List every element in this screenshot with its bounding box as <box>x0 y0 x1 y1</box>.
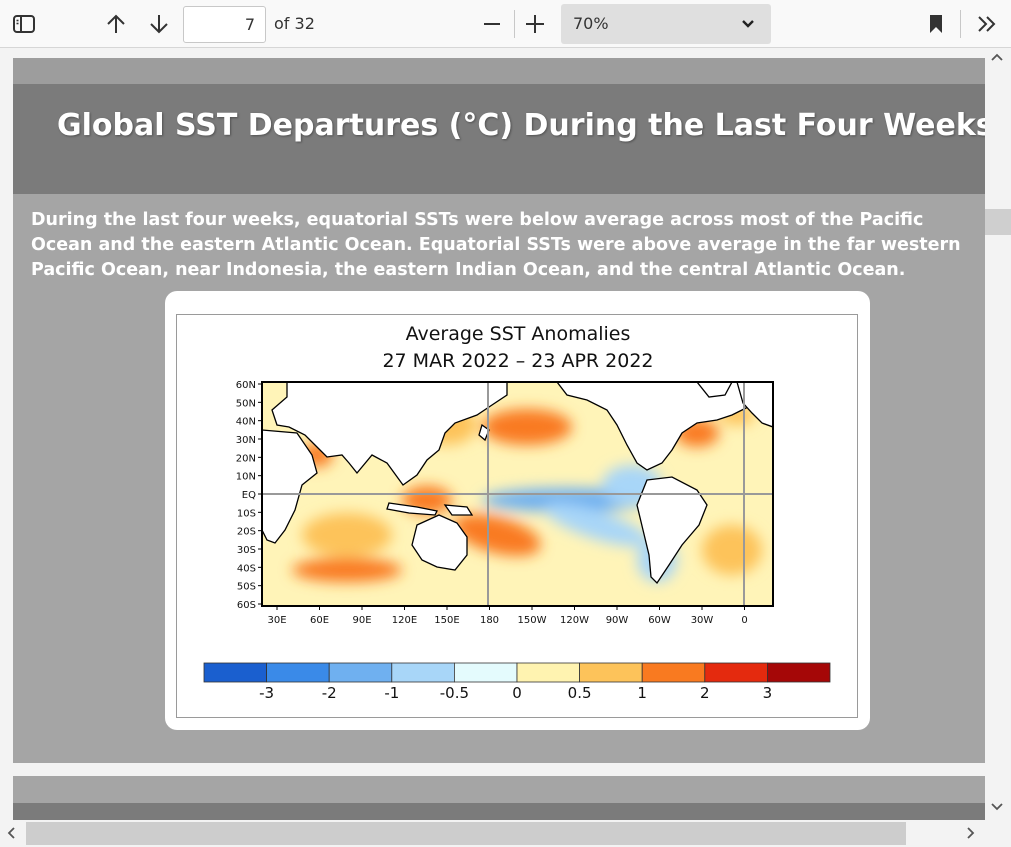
horizontal-scrollbar[interactable] <box>0 820 1011 847</box>
sst-anomaly-figure: Average SST Anomalies 27 MAR 2022 – 23 A… <box>176 314 858 718</box>
zoom-value: 70% <box>573 14 609 33</box>
colorbar-tick-label: -0.5 <box>440 684 469 702</box>
longitude-tick-label: 30E <box>267 615 286 626</box>
page-total-label: of 32 <box>274 14 315 33</box>
toolbar-separator <box>514 10 515 38</box>
colorbar-tick-label: 0 <box>512 684 522 702</box>
sst-anomaly-map: 60N 50N 40N 30N 20N 10N EQ 10S 20S 30S 40S 50S 60S 3… <box>203 380 831 702</box>
latitude-axis: 60N 50N 40N 30N 20N 10N EQ 10S 20S 30S 40S 50S 60S <box>236 380 262 611</box>
latitude-tick-label: 30S <box>237 545 256 556</box>
latitude-tick-label: 30N <box>236 435 256 446</box>
longitude-tick-label: 60E <box>310 615 329 626</box>
longitude-tick-label: 120W <box>560 615 589 626</box>
latitude-tick-label: 10S <box>237 508 256 519</box>
latitude-tick-label: 60N <box>236 380 256 391</box>
scroll-down-icon[interactable] <box>990 799 1004 817</box>
plus-icon <box>526 15 544 33</box>
colorbar: -3 -2 -1 -0.5 0 0.5 1 2 3 <box>203 662 831 702</box>
double-chevron-right-icon <box>978 16 996 32</box>
colorbar-swatch <box>579 662 643 683</box>
colorbar-swatch <box>391 662 455 683</box>
more-tools-button[interactable] <box>971 8 1003 40</box>
anomaly-north-pacific-warm <box>482 409 572 445</box>
chevron-down-icon <box>742 20 754 28</box>
longitude-tick-label: 30W <box>691 615 714 626</box>
colorbar-tick-label: -2 <box>322 684 337 702</box>
colorbar-tick-label: 0.5 <box>568 684 592 702</box>
colorbar-swatch <box>516 662 580 683</box>
latitude-tick-label: 40S <box>237 563 256 574</box>
latitude-tick-label: 40N <box>236 417 256 428</box>
minus-icon <box>484 23 500 25</box>
anomaly-southern-ocean-warm <box>292 558 402 582</box>
colorbar-swatch <box>453 662 518 683</box>
longitude-tick-label: 90W <box>606 615 629 626</box>
page-top-band <box>13 58 985 84</box>
slide-title: Global SST Departures (°C) During the La… <box>57 108 985 143</box>
longitude-tick-label: 150E <box>434 615 459 626</box>
longitude-tick-label: 90E <box>352 615 371 626</box>
colorbar-swatch <box>328 662 393 683</box>
colorbar-tick-label: 1 <box>637 684 647 702</box>
vertical-scroll-thumb[interactable] <box>985 209 1011 235</box>
latitude-tick-label: 50S <box>237 582 256 593</box>
longitude-axis: 30E 60E 90E 120E 150E 180 150W 120W 90W 60W 30W 0 <box>267 606 748 626</box>
longitude-tick-label: 60W <box>648 615 671 626</box>
latitude-tick-label: 60S <box>237 600 256 611</box>
colorbar-swatch <box>704 662 768 683</box>
colorbar-swatch <box>266 662 330 683</box>
longitude-tick-label: 150W <box>518 615 547 626</box>
arrow-down-icon <box>150 15 168 34</box>
colorbar-swatch <box>767 662 831 683</box>
latitude-tick-label: 20S <box>237 527 256 538</box>
vertical-scrollbar[interactable] <box>985 49 1011 820</box>
next-page-header-band <box>13 803 985 820</box>
colorbar-tick-label: 3 <box>763 684 773 702</box>
latitude-tick-label: 10N <box>236 472 256 483</box>
longitude-tick-label: 0 <box>741 615 747 626</box>
longitude-tick-label: 120E <box>392 615 417 626</box>
page-number-input[interactable] <box>183 6 266 43</box>
scroll-up-icon[interactable] <box>990 49 1004 67</box>
colorbar-tick-label: -3 <box>259 684 274 702</box>
next-pdf-page <box>13 776 985 820</box>
pdf-toolbar: of 32 70% <box>0 0 1011 48</box>
arrow-up-icon <box>107 14 125 33</box>
longitude-tick-label: 180 <box>480 615 499 626</box>
horizontal-scroll-thumb[interactable] <box>26 822 906 845</box>
colorbar-tick-label: 2 <box>700 684 710 702</box>
toolbar-separator <box>960 10 961 38</box>
zoom-in-button[interactable] <box>519 8 551 40</box>
anomaly-indian-ocean-warm <box>302 513 392 557</box>
zoom-out-button[interactable] <box>476 8 508 40</box>
bookmark-icon <box>930 15 942 33</box>
scroll-right-icon[interactable] <box>966 826 976 844</box>
latitude-tick-label: 50N <box>236 398 256 409</box>
sidebar-toggle-button[interactable] <box>8 8 40 40</box>
figure-card: Average SST Anomalies 27 MAR 2022 – 23 A… <box>165 291 870 730</box>
colorbar-swatch <box>203 662 267 683</box>
anomaly-south-atlantic-warm <box>702 525 762 575</box>
bookmark-button[interactable] <box>920 8 952 40</box>
colorbar-swatch <box>641 662 706 683</box>
pdf-page: Global SST Departures (°C) During the La… <box>13 58 985 763</box>
document-viewport[interactable]: Global SST Departures (°C) During the La… <box>0 49 985 820</box>
zoom-select[interactable]: 70% <box>561 4 771 44</box>
latitude-tick-label: 20N <box>236 453 256 464</box>
latitude-tick-label: EQ <box>242 490 256 501</box>
slide-body-text: During the last four weeks, equatorial S… <box>31 210 961 280</box>
sidebar-toggle-icon <box>13 15 35 33</box>
next-page-button[interactable] <box>143 8 175 40</box>
colorbar-tick-label: -1 <box>384 684 399 702</box>
previous-page-button[interactable] <box>100 8 132 40</box>
scroll-left-icon[interactable] <box>6 826 16 844</box>
